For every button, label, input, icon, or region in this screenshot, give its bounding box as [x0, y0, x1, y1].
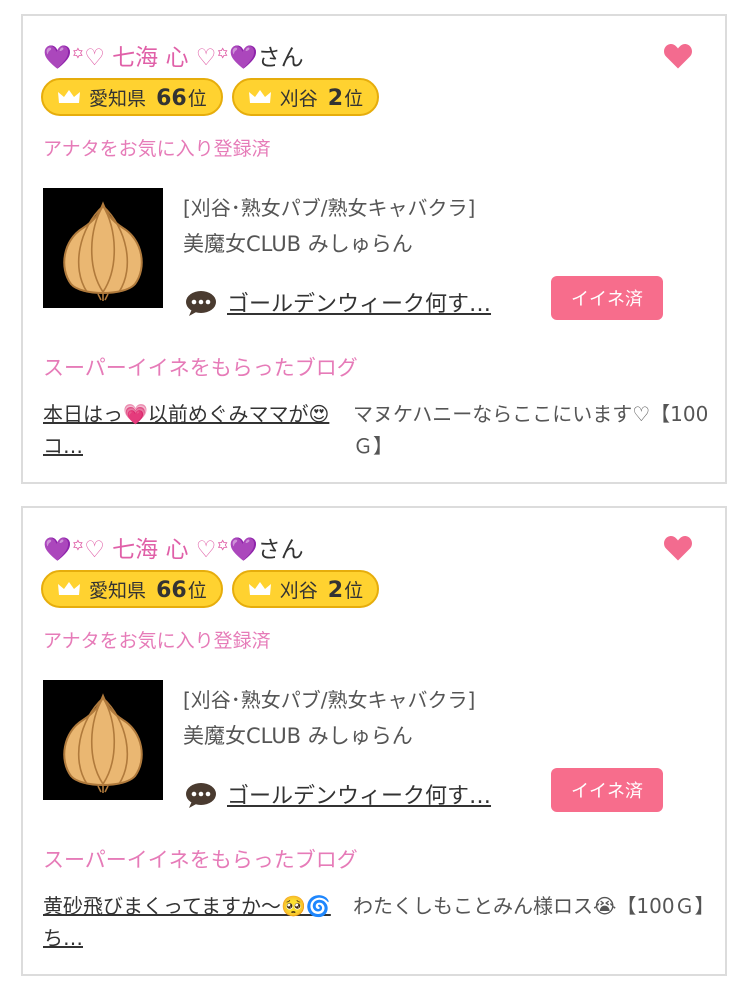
store-category: [刈谷･熟女パブ/熟女キャバクラ]: [183, 688, 476, 712]
rank-badge-prefecture[interactable]: 愛知県 66位: [41, 570, 223, 608]
liked-button[interactable]: イイネ済: [551, 768, 663, 812]
super-like-section-title: スーパーイイネをもらったブログ: [43, 356, 358, 380]
user-name[interactable]: 💜꙳♡ 七海 心 ♡꙳💜さん: [43, 530, 304, 564]
blog-title-link[interactable]: ゴールデンウィーク何す…: [227, 778, 491, 810]
super-blog-title-link[interactable]: 黄砂飛びまくってますか〜🥺🌀ち…: [43, 890, 343, 954]
crown-icon: [248, 582, 271, 595]
rank-unit: 位: [344, 579, 364, 602]
user-name-suffix: さん: [257, 45, 304, 71]
rank-number: 66: [156, 85, 187, 111]
favorite-status: アナタをお気に入り登録済: [43, 138, 271, 160]
rank-area: 愛知県: [89, 87, 147, 110]
rank-number: 66: [156, 577, 187, 603]
rank-area: 刈谷: [279, 579, 318, 602]
user-name-suffix: さん: [257, 537, 304, 563]
super-blog-note: わたくしもことみん様ロス😭【100Ｇ】: [353, 894, 715, 918]
comment-bubble-icon: [186, 783, 216, 808]
user-card: 💜꙳♡ 七海 心 ♡꙳💜さん 愛知県 66位 刈谷 2位 アナタをお気に入り登録…: [21, 14, 727, 484]
comment-bubble-icon: [186, 291, 216, 316]
user-name[interactable]: 💜꙳♡ 七海 心 ♡꙳💜さん: [43, 38, 304, 72]
super-like-section-title: スーパーイイネをもらったブログ: [43, 848, 358, 872]
blog-title-link[interactable]: ゴールデンウィーク何す…: [227, 286, 491, 318]
user-name-text: 💜꙳♡ 七海 心 ♡꙳💜: [43, 537, 258, 563]
user-card: 💜꙳♡ 七海 心 ♡꙳💜さん 愛知県 66位 刈谷 2位 アナタをお気に入り登録…: [21, 506, 727, 976]
crown-icon: [58, 90, 80, 103]
store-category: [刈谷･熟女パブ/熟女キャバクラ]: [183, 196, 476, 220]
rank-badge-city[interactable]: 刈谷 2位: [231, 78, 380, 116]
rank-unit: 位: [187, 579, 207, 602]
rank-area: 刈谷: [279, 87, 318, 110]
liked-button[interactable]: イイネ済: [551, 276, 663, 320]
heart-icon[interactable]: [663, 534, 693, 562]
rank-area: 愛知県: [89, 579, 147, 602]
heart-icon[interactable]: [663, 42, 693, 70]
onion-thumbnail[interactable]: [43, 680, 163, 800]
onion-thumbnail[interactable]: [43, 188, 163, 308]
rank-number: 2: [327, 85, 344, 111]
rank-badge-prefecture[interactable]: 愛知県 66位: [41, 78, 223, 116]
user-name-text: 💜꙳♡ 七海 心 ♡꙳💜: [43, 45, 258, 71]
rank-number: 2: [327, 577, 344, 603]
super-blog-title-link[interactable]: 本日はっ💗以前めぐみママが😍コ…: [43, 398, 343, 462]
rank-unit: 位: [344, 87, 364, 110]
crown-icon: [58, 582, 80, 595]
rank-badges: 愛知県 66位 刈谷 2位: [41, 78, 380, 116]
rank-badge-city[interactable]: 刈谷 2位: [231, 570, 380, 608]
store-name[interactable]: 美魔女CLUB みしゅらん: [183, 720, 413, 750]
crown-icon: [248, 90, 271, 103]
store-name[interactable]: 美魔女CLUB みしゅらん: [183, 228, 413, 258]
rank-unit: 位: [187, 87, 207, 110]
rank-badges: 愛知県 66位 刈谷 2位: [41, 570, 380, 608]
super-blog-note: マヌケハニーならここにいます♡【100Ｇ】: [353, 402, 709, 458]
favorite-status: アナタをお気に入り登録済: [43, 630, 271, 652]
